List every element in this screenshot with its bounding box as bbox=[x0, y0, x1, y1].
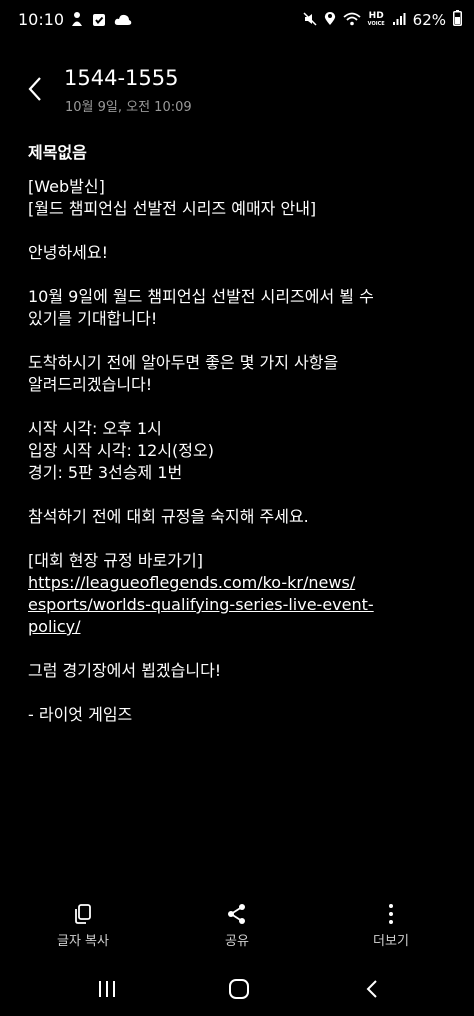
message-line: [월드 챔피언십 선발전 시리즈 예매자 안내] bbox=[28, 199, 317, 218]
message-line: 그럼 경기장에서 뵙겠습니다! bbox=[28, 661, 222, 680]
copy-text-button[interactable]: 글자 복사 bbox=[23, 900, 143, 949]
message-paragraph: [Web발신] [월드 챔피언십 선발전 시리즈 예매자 안내] bbox=[28, 176, 448, 220]
mute-icon bbox=[303, 11, 317, 30]
battery-icon bbox=[453, 10, 462, 30]
status-notification-icons bbox=[70, 11, 132, 31]
back-button[interactable] bbox=[20, 74, 50, 104]
message-date: 10월 9일, 오전 10:09 bbox=[65, 100, 192, 115]
message-line: 있기를 기대합니다! bbox=[28, 309, 158, 328]
message-subject: 제목없음 bbox=[28, 143, 87, 162]
recents-icon bbox=[99, 981, 115, 997]
system-nav-bar bbox=[0, 966, 474, 1016]
message-paragraph: 참석하기 전에 대회 규정을 숙지해 주세요. bbox=[28, 506, 448, 528]
policy-link[interactable]: https://leagueoflegends.com/ko-kr/news/ bbox=[28, 572, 448, 594]
message-line: 도착하시기 전에 알아두면 좋은 몇 가지 사항을 bbox=[28, 353, 339, 372]
policy-link[interactable]: esports/worlds-qualifying-series-live-ev… bbox=[28, 594, 448, 616]
message-line: [Web발신] bbox=[28, 177, 105, 196]
chevron-left-icon bbox=[28, 77, 41, 101]
person-icon bbox=[70, 11, 84, 31]
message-paragraph: [대회 현장 규정 바로가기] https://leagueoflegends.… bbox=[28, 550, 448, 638]
sender-number: 1544-1555 bbox=[64, 66, 179, 90]
message-paragraph: 안녕하세요! bbox=[28, 242, 448, 264]
status-system-icons: HD VOICE 62% bbox=[303, 10, 462, 30]
message-line: 10월 9일에 월드 챔피언십 선발전 시리즈에서 뵐 수 bbox=[28, 287, 374, 306]
voice-label: VOICE bbox=[367, 21, 385, 27]
message-line: 입장 시작 시각: 12시(정오) bbox=[28, 441, 214, 460]
action-bar: 글자 복사 공유 더보기 bbox=[0, 900, 474, 960]
status-time: 10:10 bbox=[18, 10, 65, 29]
home-button[interactable] bbox=[219, 974, 259, 1004]
status-bar: 10:10 HD VOICE 62% bbox=[0, 0, 474, 40]
hd-label: HD bbox=[368, 11, 384, 21]
message-line: 경기: 5판 3선승제 1번 bbox=[28, 463, 183, 482]
message-line: 참석하기 전에 대회 규정을 숙지해 주세요. bbox=[28, 507, 309, 526]
cloud-icon bbox=[114, 12, 132, 31]
copy-text-label: 글자 복사 bbox=[57, 934, 109, 949]
recents-button[interactable] bbox=[87, 974, 127, 1004]
message-paragraph: - 라이엇 게임즈 bbox=[28, 704, 448, 726]
check-box-icon bbox=[92, 12, 106, 31]
share-label: 공유 bbox=[225, 934, 249, 949]
message-line: 알려드리겠습니다! bbox=[28, 375, 153, 394]
conversation-header: 1544-1555 10월 9일, 오전 10:09 bbox=[0, 58, 474, 118]
share-button[interactable]: 공유 bbox=[177, 900, 297, 949]
message-paragraph: 도착하시기 전에 알아두면 좋은 몇 가지 사항을 알려드리겠습니다! bbox=[28, 352, 448, 396]
message-line: 시작 시각: 오후 1시 bbox=[28, 419, 162, 438]
share-icon bbox=[228, 904, 245, 924]
message-paragraph: 그럼 경기장에서 뵙겠습니다! bbox=[28, 660, 448, 682]
location-icon bbox=[324, 11, 336, 30]
more-button[interactable]: 더보기 bbox=[331, 900, 451, 949]
message-paragraph: 10월 9일에 월드 챔피언십 선발전 시리즈에서 뵐 수 있기를 기대합니다! bbox=[28, 286, 448, 330]
message-line: - 라이엇 게임즈 bbox=[28, 705, 133, 724]
back-nav-button[interactable] bbox=[352, 974, 392, 1004]
back-icon bbox=[366, 980, 377, 998]
hd-voice-icon: HD VOICE bbox=[368, 12, 385, 28]
battery-percent: 62% bbox=[412, 11, 446, 29]
message-paragraph: 시작 시각: 오후 1시 입장 시작 시각: 12시(정오) 경기: 5판 3선… bbox=[28, 418, 448, 484]
message-line: [대회 현장 규정 바로가기] bbox=[28, 551, 203, 570]
copy-icon bbox=[75, 904, 91, 924]
more-vertical-icon bbox=[389, 904, 393, 924]
message-line: 안녕하세요! bbox=[28, 243, 109, 262]
message-body: 제목없음 [Web발신] [월드 챔피언십 선발전 시리즈 예매자 안내] 안녕… bbox=[28, 142, 448, 748]
signal-icon bbox=[392, 11, 406, 30]
wifi-icon bbox=[343, 11, 361, 30]
more-label: 더보기 bbox=[373, 934, 409, 949]
policy-link[interactable]: policy/ bbox=[28, 616, 448, 638]
home-icon bbox=[229, 979, 249, 999]
